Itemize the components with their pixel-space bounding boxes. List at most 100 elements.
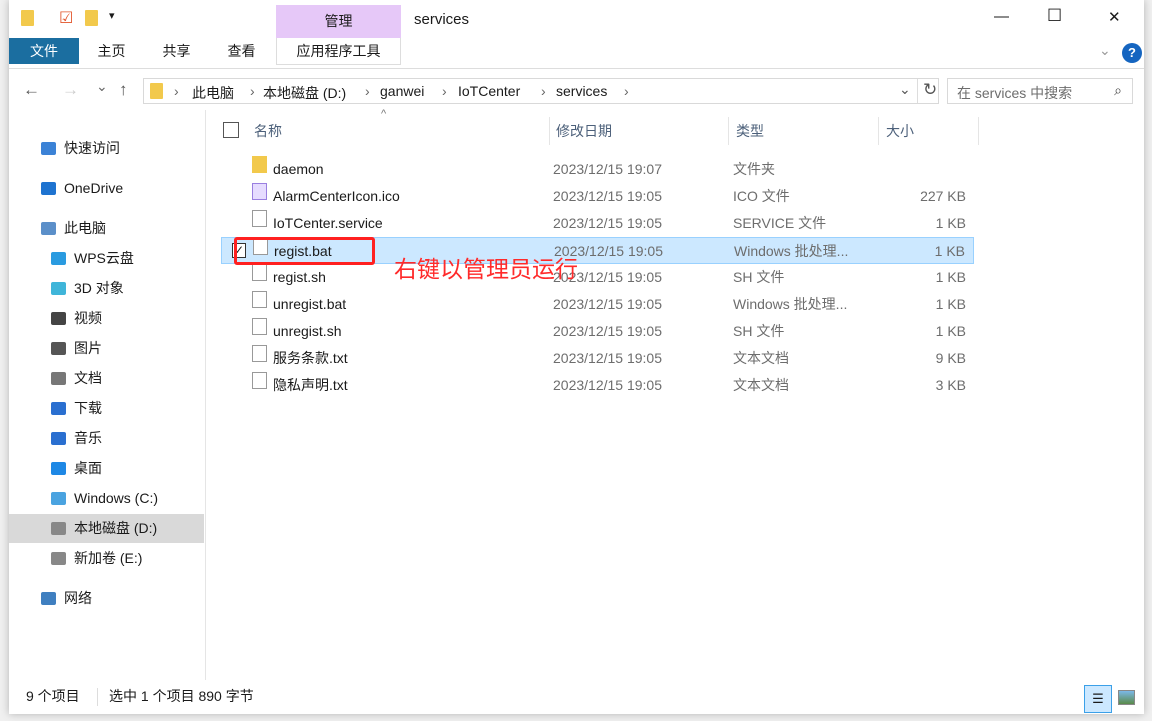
selection-info: 选中 1 个项目 890 字节 bbox=[109, 688, 254, 704]
item-count: 9 个项目 bbox=[26, 688, 80, 704]
sidebar-item[interactable]: 下载 bbox=[9, 394, 204, 423]
column-divider[interactable] bbox=[978, 117, 979, 145]
sidebar-item[interactable]: 本地磁盘 (D:) bbox=[9, 514, 204, 543]
annotation-text: 右键以管理员运行 bbox=[394, 256, 578, 282]
expand-ribbon-icon[interactable]: ⌄ bbox=[1099, 42, 1111, 59]
sidebar-item-label: 此电脑 bbox=[64, 220, 106, 236]
sidebar-item[interactable]: 快速访问 bbox=[9, 134, 204, 163]
column-header-type[interactable]: 类型 bbox=[736, 117, 764, 145]
breadcrumb-item[interactable]: services bbox=[556, 83, 607, 99]
sidebar-item[interactable]: 视频 bbox=[9, 304, 204, 333]
address-bar[interactable]: › 此电脑 › 本地磁盘 (D:) › ganwei › IoTCenter ›… bbox=[143, 78, 939, 104]
highlight-box bbox=[234, 237, 375, 265]
tab-view[interactable]: 查看 bbox=[219, 38, 264, 64]
recent-locations-button[interactable]: ⌄ bbox=[96, 78, 108, 95]
column-divider[interactable] bbox=[549, 117, 550, 145]
chevron-right-icon: › bbox=[624, 83, 629, 99]
location-icon bbox=[51, 312, 66, 325]
file-row[interactable]: 隐私声明.txt 2023/12/15 19:05 文本文档 3 KB bbox=[221, 372, 974, 399]
refresh-button[interactable]: ↻ bbox=[923, 80, 937, 100]
file-row[interactable]: unregist.bat 2023/12/15 19:05 Windows 批处理.… bbox=[221, 291, 974, 318]
file-row[interactable]: IoTCenter.service 2023/12/15 19:05 SERVICE… bbox=[221, 210, 974, 237]
search-icon[interactable]: ⌕ bbox=[1114, 82, 1122, 99]
column-divider[interactable] bbox=[878, 117, 879, 145]
file-row[interactable]: 服务条款.txt 2023/12/15 19:05 文本文档 9 KB bbox=[221, 345, 974, 372]
location-icon bbox=[51, 492, 66, 505]
tab-app-tools[interactable]: 应用程序工具 bbox=[276, 38, 401, 65]
breadcrumb-item[interactable]: 本地磁盘 (D:) bbox=[263, 83, 346, 103]
divider bbox=[9, 68, 1144, 69]
file-row[interactable]: daemon 2023/12/15 19:07 文件夹 bbox=[221, 156, 974, 183]
file-date: 2023/12/15 19:05 bbox=[553, 323, 662, 339]
divider bbox=[97, 688, 98, 706]
column-divider[interactable] bbox=[728, 117, 729, 145]
file-row[interactable]: unregist.sh 2023/12/15 19:05 SH 文件 1 KB bbox=[221, 318, 974, 345]
sidebar-item[interactable]: 音乐 bbox=[9, 424, 204, 453]
sidebar-item-label: 本地磁盘 (D:) bbox=[74, 520, 158, 536]
location-icon bbox=[51, 552, 66, 565]
breadcrumb-item[interactable]: IoTCenter bbox=[458, 83, 520, 99]
navigation-pane: 快速访问 OneDrive 此电脑 WPS云盘 3D 对象 视频 图片 文档 下载 音乐 桌面 Win… bbox=[9, 110, 206, 680]
sidebar-item[interactable]: OneDrive bbox=[9, 174, 204, 203]
location-icon bbox=[51, 432, 66, 445]
file-name: IoTCenter.service bbox=[273, 215, 383, 231]
sidebar-item[interactable]: 网络 bbox=[9, 584, 204, 613]
sidebar-item[interactable]: 3D 对象 bbox=[9, 274, 204, 303]
file-icon bbox=[252, 210, 267, 227]
address-dropdown-icon[interactable]: ⌄ bbox=[899, 81, 911, 98]
folder-icon[interactable] bbox=[21, 10, 34, 26]
chevron-right-icon: › bbox=[442, 83, 447, 99]
column-header-date[interactable]: 修改日期 bbox=[556, 117, 612, 145]
sidebar-item[interactable]: 桌面 bbox=[9, 454, 204, 483]
sidebar-item[interactable]: Windows (C:) bbox=[9, 484, 204, 513]
maximize-button[interactable]: ☐ bbox=[1047, 6, 1062, 26]
file-size: 1 KB bbox=[934, 243, 965, 259]
tab-share[interactable]: 共享 bbox=[154, 38, 199, 64]
close-button[interactable]: ✕ bbox=[1108, 8, 1121, 26]
sidebar-item[interactable]: 文档 bbox=[9, 364, 204, 393]
file-row[interactable]: AlarmCenterIcon.ico 2023/12/15 19:05 ICO 文… bbox=[221, 183, 974, 210]
file-name: 服务条款.txt bbox=[273, 350, 348, 366]
up-button[interactable]: ↑ bbox=[119, 80, 128, 100]
search-input[interactable]: 在 services 中搜索 ⌕ bbox=[947, 78, 1133, 104]
back-button[interactable]: ← bbox=[23, 80, 40, 100]
minimize-button[interactable]: — bbox=[994, 8, 1009, 25]
forward-button[interactable]: → bbox=[62, 80, 79, 100]
sidebar-item-label: 新加卷 (E:) bbox=[74, 550, 143, 566]
file-icon bbox=[252, 291, 267, 308]
explorer-window: ☑ ▾ 管理 应用程序工具 services — ☐ ✕ 文件 主页 共享 查看… bbox=[9, 0, 1144, 714]
sidebar-item[interactable]: 图片 bbox=[9, 334, 204, 363]
file-date: 2023/12/15 19:07 bbox=[553, 161, 662, 177]
location-icon bbox=[41, 222, 56, 235]
new-folder-icon[interactable] bbox=[85, 10, 98, 26]
window-title: services bbox=[414, 11, 470, 28]
breadcrumb-item[interactable]: ganwei bbox=[380, 83, 424, 99]
file-size: 3 KB bbox=[935, 377, 966, 393]
select-all-checkbox[interactable] bbox=[223, 122, 239, 138]
tab-home[interactable]: 主页 bbox=[89, 38, 134, 64]
sidebar-item-label: 网络 bbox=[64, 590, 92, 606]
folder-icon bbox=[252, 156, 267, 173]
file-date: 2023/12/15 19:05 bbox=[553, 377, 662, 393]
location-icon bbox=[51, 372, 66, 385]
location-icon bbox=[41, 142, 56, 155]
large-icons-view-button[interactable] bbox=[1118, 690, 1135, 705]
file-name: unregist.sh bbox=[273, 323, 342, 339]
sidebar-item[interactable]: 新加卷 (E:) bbox=[9, 544, 204, 573]
tab-file[interactable]: 文件 bbox=[9, 38, 79, 64]
sidebar-item[interactable]: WPS云盘 bbox=[9, 244, 204, 273]
file-type: SH 文件 bbox=[733, 269, 785, 285]
file-name: AlarmCenterIcon.ico bbox=[273, 188, 400, 204]
column-header-size[interactable]: 大小 bbox=[886, 117, 914, 145]
customize-dropdown-icon[interactable]: ▾ bbox=[109, 9, 115, 22]
properties-icon[interactable]: ☑ bbox=[59, 8, 73, 28]
help-icon[interactable]: ? bbox=[1122, 43, 1142, 63]
breadcrumb-item[interactable]: 此电脑 bbox=[192, 83, 234, 103]
folder-icon bbox=[150, 83, 163, 99]
sidebar-item[interactable]: 此电脑 bbox=[9, 214, 204, 243]
location-icon bbox=[51, 282, 66, 295]
file-date: 2023/12/15 19:05 bbox=[553, 188, 662, 204]
details-view-button[interactable]: ☰ bbox=[1084, 685, 1112, 713]
file-row[interactable]: regist.sh 2023/12/15 19:05 SH 文件 1 KB bbox=[221, 264, 974, 291]
column-header-name[interactable]: 名称 bbox=[254, 117, 282, 145]
